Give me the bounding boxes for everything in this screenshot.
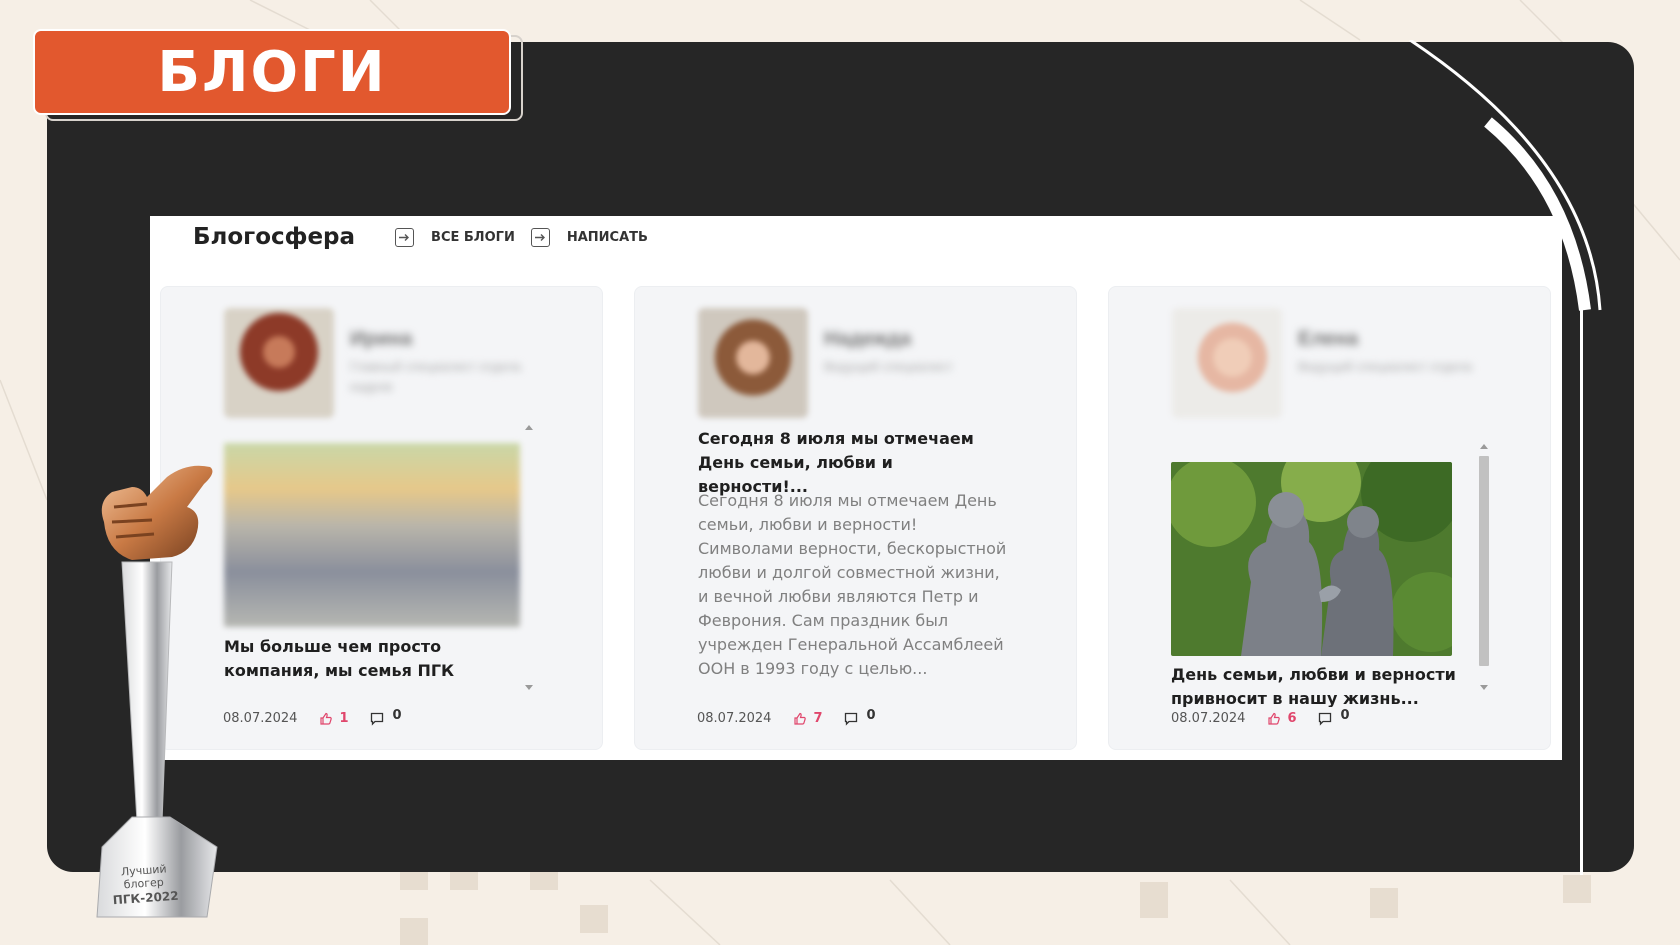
author-row: Елена Ведущий специалист отдела: [1172, 308, 1478, 418]
author-name[interactable]: Ирина: [350, 328, 530, 351]
all-blogs-label: ВСЕ БЛОГИ: [431, 229, 515, 245]
author-info: Надежда Ведущий специалист: [824, 328, 1004, 418]
post-excerpt: Сегодня 8 июля мы отмечаем День семьи, л…: [698, 491, 1007, 678]
comment-count: 0: [392, 708, 402, 723]
scrollbar[interactable]: [522, 425, 536, 690]
author-name[interactable]: Елена: [1298, 328, 1478, 351]
comment-icon[interactable]: [1318, 712, 1332, 726]
author-role: Ведущий специалист отдела: [1298, 359, 1472, 374]
author-row: Надежда Ведущий специалист: [698, 308, 1004, 418]
author-role: Главный специалист отдела кадров: [350, 359, 521, 394]
post-date: 08.07.2024: [223, 711, 298, 726]
like-count: 1: [339, 711, 349, 726]
section-badge: БЛОГИ: [33, 29, 511, 115]
author-name[interactable]: Надежда: [824, 328, 1004, 351]
widget-header: Блогосфера ВСЕ БЛОГИ НАПИСАТЬ: [193, 224, 648, 250]
comment-count: 0: [866, 708, 876, 723]
author-info: Ирина Главный специалист отдела кадров: [350, 328, 530, 418]
like-icon[interactable]: [793, 712, 807, 726]
scroll-up-icon[interactable]: [525, 425, 533, 430]
post-date: 08.07.2024: [697, 711, 772, 726]
avatar[interactable]: [698, 308, 808, 418]
like-icon[interactable]: [319, 712, 333, 726]
blog-card[interactable]: Елена Ведущий специалист отдела День сем…: [1108, 286, 1551, 750]
post-meta: 08.07.2024 6 0: [1171, 708, 1350, 726]
blogosphere-widget: Блогосфера ВСЕ БЛОГИ НАПИСАТЬ Ирина Глав…: [150, 216, 1562, 760]
all-blogs-link[interactable]: ВСЕ БЛОГИ: [395, 227, 515, 247]
post-meta: 08.07.2024 1 0: [223, 708, 402, 726]
post-date: 08.07.2024: [1171, 711, 1246, 726]
scroll-down-icon[interactable]: [525, 685, 533, 690]
author-info: Елена Ведущий специалист отдела: [1298, 328, 1478, 418]
like-count: 6: [1287, 711, 1297, 726]
like-count: 7: [813, 711, 823, 726]
scroll-up-icon[interactable]: [1480, 444, 1488, 449]
widget-title: Блогосфера: [193, 224, 356, 250]
comment-icon[interactable]: [370, 712, 384, 726]
scrollbar[interactable]: [1477, 444, 1491, 690]
arrow-right-box-icon: [395, 227, 415, 247]
comment-icon[interactable]: [844, 712, 858, 726]
avatar[interactable]: [224, 308, 334, 418]
scroll-down-icon[interactable]: [1480, 685, 1488, 690]
post-title[interactable]: Мы больше чем просто компания, мы семья …: [224, 635, 520, 683]
section-badge-title: БЛОГИ: [157, 39, 387, 105]
post-meta: 08.07.2024 7 0: [697, 708, 876, 726]
author-row: Ирина Главный специалист отдела кадров: [224, 308, 530, 418]
comment-count: 0: [1340, 708, 1350, 723]
blog-card[interactable]: Надежда Ведущий специалист Сегодня 8 июл…: [634, 286, 1077, 750]
post-title[interactable]: День семьи, любви и верности привносит в…: [1171, 663, 1461, 707]
arrow-right-box-icon: [530, 227, 550, 247]
like-icon[interactable]: [1267, 712, 1281, 726]
decorative-bar: [1580, 305, 1583, 875]
write-label: НАПИСАТЬ: [566, 229, 648, 245]
avatar[interactable]: [1172, 308, 1282, 418]
scroll-thumb[interactable]: [1479, 456, 1489, 666]
post-image[interactable]: [224, 443, 520, 627]
post-image[interactable]: [1171, 462, 1452, 656]
trophy-thumbs-up: Лучший блогер ПГК-2022: [96, 465, 218, 918]
author-role: Ведущий специалист: [824, 359, 953, 374]
write-link[interactable]: НАПИСАТЬ: [530, 227, 648, 247]
